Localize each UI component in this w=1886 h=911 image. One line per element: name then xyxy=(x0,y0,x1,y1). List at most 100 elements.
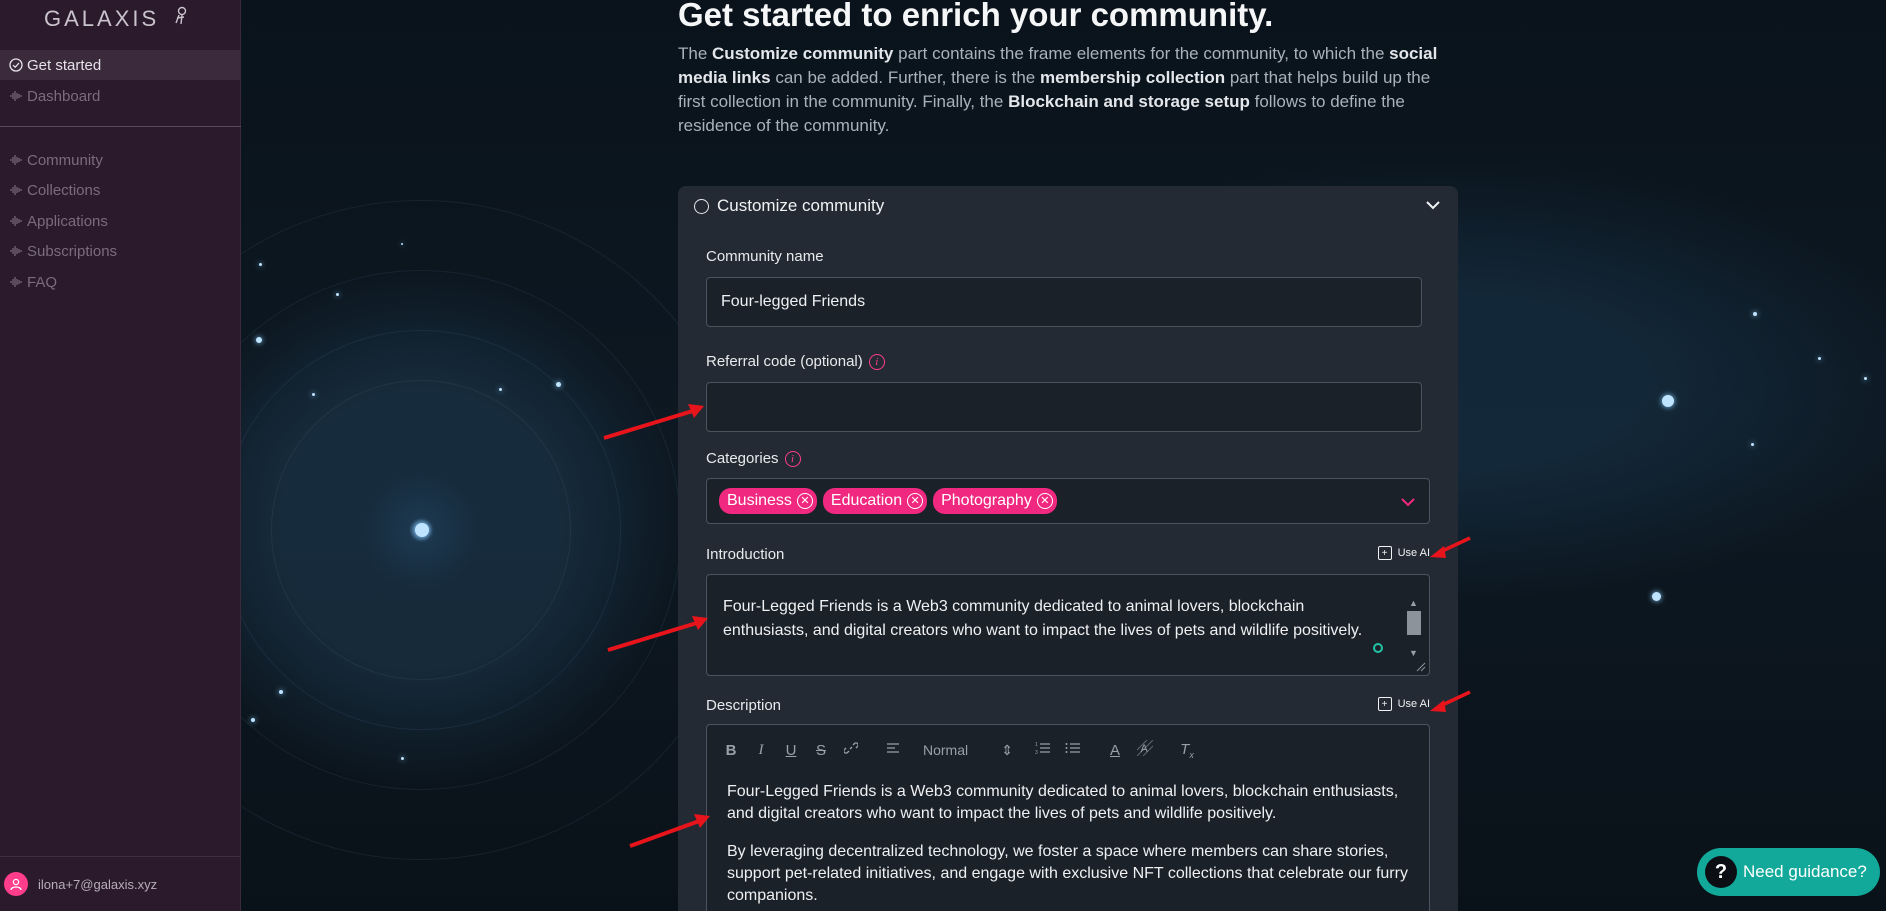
ordered-list-icon[interactable]: 13 xyxy=(1035,741,1051,759)
description-label: Description xyxy=(706,697,782,714)
star xyxy=(279,690,283,694)
panel-title: Customize community xyxy=(717,196,885,215)
remove-chip-icon[interactable]: ✕ xyxy=(1036,493,1053,509)
star xyxy=(1751,443,1754,446)
svg-text:1: 1 xyxy=(1035,742,1038,748)
star xyxy=(556,382,561,387)
annotation-arrow xyxy=(1430,536,1471,558)
waveform-icon xyxy=(8,152,24,168)
referral-code-label: Referral code (optional) i xyxy=(706,353,885,370)
sidebar-item-faq[interactable]: FAQ xyxy=(0,267,241,297)
resize-handle-icon[interactable] xyxy=(1416,662,1426,672)
check-circle-icon xyxy=(8,57,24,73)
avatar xyxy=(4,872,28,896)
align-icon[interactable] xyxy=(885,741,901,759)
category-chip-photography: Photography ✕ xyxy=(933,488,1057,514)
waveform-icon xyxy=(8,213,24,229)
waveform-icon xyxy=(8,274,24,290)
category-chip-education: Education ✕ xyxy=(822,488,928,514)
remove-chip-icon[interactable]: ✕ xyxy=(796,493,813,509)
info-icon[interactable]: i xyxy=(784,450,801,467)
sidebar-item-collections[interactable]: Collections xyxy=(0,175,241,205)
use-ai-button-introduction[interactable]: + Use AI xyxy=(1377,546,1430,560)
scroll-thumb[interactable] xyxy=(1407,611,1421,635)
galaxis-logo[interactable]: GALAXIS xyxy=(44,6,159,32)
sidebar-item-label: Dashboard xyxy=(27,87,101,105)
editor-toolbar: B I U S Normal ⇕ 13 A A Tx xyxy=(723,739,1195,761)
info-icon[interactable]: i xyxy=(868,353,885,370)
star xyxy=(401,243,403,245)
underline-icon[interactable]: U xyxy=(783,742,799,759)
use-ai-button-description[interactable]: + Use AI xyxy=(1377,697,1430,711)
chevron-down-icon[interactable] xyxy=(1399,493,1417,511)
remove-chip-icon[interactable]: ✕ xyxy=(907,493,924,509)
grammar-indicator-icon[interactable] xyxy=(1373,643,1383,653)
ai-plus-icon: + xyxy=(1377,697,1392,711)
customize-community-panel: Customize community Community name Four-… xyxy=(678,186,1458,911)
svg-text:A: A xyxy=(1141,743,1149,755)
description-editor[interactable]: B I U S Normal ⇕ 13 A A Tx Four-Legged F… xyxy=(706,724,1430,911)
star xyxy=(251,718,255,722)
sidebar-divider xyxy=(0,126,241,127)
ai-plus-icon: + xyxy=(1377,546,1392,560)
link-icon[interactable] xyxy=(843,741,859,759)
sidebar-item-community[interactable]: Community xyxy=(0,145,241,175)
annotation-arrow xyxy=(603,404,704,440)
sidebar-item-label: Community xyxy=(27,151,103,169)
page-title: Get started to enrich your community. xyxy=(678,0,1274,33)
strikethrough-icon[interactable]: S xyxy=(813,742,829,759)
introduction-textarea[interactable]: Four-Legged Friends is a Web3 community … xyxy=(706,574,1430,676)
svg-text:3: 3 xyxy=(1035,750,1038,755)
community-name-input[interactable]: Four-legged Friends xyxy=(706,277,1422,327)
categories-label: Categories i xyxy=(706,450,801,467)
sidebar-item-get-started[interactable]: Get started xyxy=(0,50,241,80)
description-content[interactable]: Four-Legged Friends is a Web3 community … xyxy=(727,781,1417,911)
star xyxy=(312,393,315,396)
user-account[interactable]: ilona+7@galaxis.xyz xyxy=(0,856,241,911)
sidebar: GALAXIS Get started Dashboard Community … xyxy=(0,0,241,911)
annotation-arrow xyxy=(607,616,708,652)
user-icon xyxy=(10,878,22,891)
star xyxy=(1753,312,1757,316)
sidebar-item-subscriptions[interactable]: Subscriptions xyxy=(0,236,241,266)
user-email: ilona+7@galaxis.xyz xyxy=(38,876,158,892)
category-chip-business: Business ✕ xyxy=(719,488,817,514)
categories-select[interactable]: Business ✕ Education ✕ Photography ✕ xyxy=(706,478,1430,524)
orbit-ring xyxy=(241,200,751,860)
customize-community-header[interactable]: Customize community xyxy=(678,186,1458,226)
star xyxy=(259,263,262,266)
waveform-icon xyxy=(8,243,24,259)
bold-icon[interactable]: B xyxy=(723,742,739,759)
star xyxy=(336,293,339,296)
annotation-arrow xyxy=(629,814,710,848)
sidebar-item-applications[interactable]: Applications xyxy=(0,206,241,236)
question-icon: ? xyxy=(1705,856,1737,888)
sidebar-item-label: FAQ xyxy=(27,273,58,291)
italic-icon[interactable]: I xyxy=(753,742,769,759)
referral-code-input[interactable] xyxy=(706,382,1422,432)
star xyxy=(1652,592,1661,601)
text-color-icon[interactable]: A xyxy=(1107,742,1123,759)
select-arrows-icon: ⇕ xyxy=(1001,741,1013,758)
sidebar-item-label: Subscriptions xyxy=(27,242,118,260)
step-radio-icon xyxy=(694,198,709,214)
star xyxy=(415,523,429,537)
need-guidance-button[interactable]: ? Need guidance? xyxy=(1697,848,1880,896)
star xyxy=(256,337,262,343)
background-color-icon[interactable]: A xyxy=(1136,739,1154,760)
bullet-list-icon[interactable] xyxy=(1065,741,1081,759)
star xyxy=(1864,377,1867,380)
waveform-icon xyxy=(8,182,24,198)
introduction-label: Introduction xyxy=(706,546,785,563)
text-format-select[interactable]: Normal ⇕ xyxy=(923,742,1013,759)
sidebar-item-label: Get started xyxy=(27,56,102,74)
sidebar-item-dashboard[interactable]: Dashboard xyxy=(0,81,241,111)
clear-format-icon[interactable]: Tx xyxy=(1179,741,1195,760)
page-intro: The Customize community part contains th… xyxy=(678,44,1438,135)
star xyxy=(1662,395,1674,407)
textarea-scrollbar[interactable]: ▲ ▼ xyxy=(1405,591,1423,658)
star xyxy=(499,388,502,391)
chevron-down-icon[interactable] xyxy=(1424,196,1442,214)
waveform-icon xyxy=(8,88,24,104)
star xyxy=(1818,357,1821,360)
